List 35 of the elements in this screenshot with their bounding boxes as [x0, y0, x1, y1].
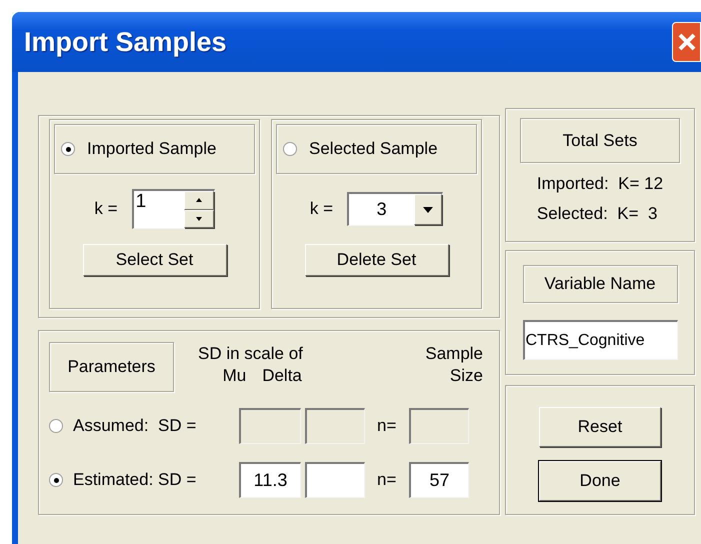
k-label: k = [94, 198, 118, 220]
radio-label[interactable]: Imported Sample [87, 136, 216, 162]
close-icon [678, 33, 696, 51]
close-button[interactable] [672, 22, 701, 62]
radio-label[interactable]: Selected Sample [309, 136, 438, 162]
set-button[interactable]: Delete Set [304, 244, 448, 276]
spin-down-icon[interactable] [184, 210, 214, 228]
window-title: Import Samples [24, 26, 227, 59]
delta-header: Delta [262, 365, 302, 387]
k-spinner[interactable]: 1 [132, 189, 215, 229]
dialog-button[interactable]: Done [539, 461, 661, 501]
variable-name-field[interactable]: CTRS_Cognitive [522, 320, 678, 360]
input-field[interactable] [305, 462, 365, 498]
spin-up-icon[interactable] [184, 191, 214, 210]
sd-header: SD in scale of [198, 343, 303, 365]
radio-button[interactable] [49, 473, 63, 487]
row-label[interactable]: Estimated: SD = [73, 467, 239, 493]
dialog-button[interactable]: Reset [539, 407, 661, 447]
variable-name-label: Variable Name [522, 265, 678, 303]
input-field[interactable]: 11.3 [239, 462, 301, 498]
count-text: Selected: K= 3 [536, 203, 658, 225]
mu-header: Mu [222, 365, 246, 387]
parameters-label: Parameters [49, 342, 174, 392]
size-header: Size [450, 365, 483, 387]
input-field[interactable]: 57 [409, 462, 469, 498]
k-label: k = [310, 198, 334, 220]
radio-button[interactable] [283, 142, 297, 156]
n-label: n= [377, 415, 398, 438]
sample-header: Sample [425, 343, 483, 365]
n-label: n= [377, 469, 398, 492]
set-button[interactable]: Select Set [82, 244, 226, 276]
radio-button[interactable] [61, 142, 75, 156]
k-dropdown[interactable]: 3 [347, 192, 444, 226]
count-text: Imported: K= 12 [536, 173, 664, 195]
total-sets-label: Total Sets [520, 118, 680, 163]
